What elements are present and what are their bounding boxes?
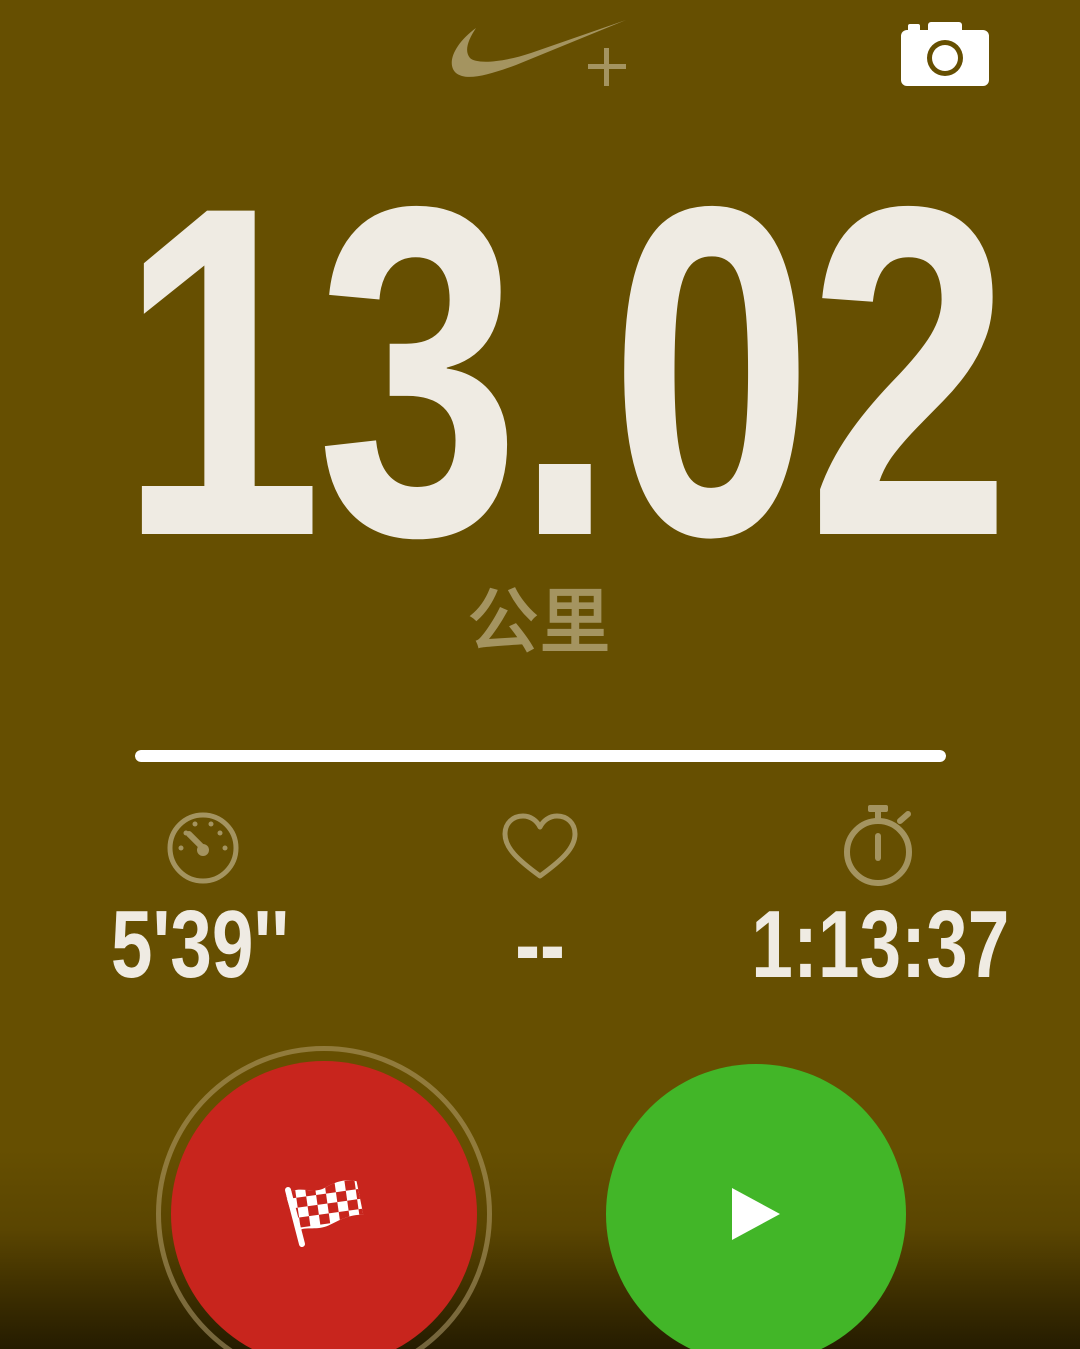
resume-run-button[interactable]: [606, 1064, 906, 1349]
distance-value: 13.02: [118, 109, 1011, 634]
camera-icon: [901, 22, 989, 86]
heart-icon: [500, 812, 580, 889]
run-screen: 13.02 公里 5'39'' -- 1:13:37: [0, 0, 1080, 1349]
play-icon: [732, 1188, 780, 1240]
finish-run-button[interactable]: [171, 1061, 477, 1349]
heart-rate-value: --: [515, 891, 565, 998]
stopwatch-icon: [838, 803, 918, 894]
progress-bar: [135, 750, 946, 762]
checkered-flag-icon: [284, 1178, 365, 1247]
duration-value: 1:13:37: [751, 891, 1010, 998]
progress-fill: [135, 750, 946, 762]
camera-button[interactable]: [898, 18, 992, 88]
distance-unit: 公里: [468, 581, 612, 663]
pace-value: 5'39'': [110, 891, 290, 998]
nike-plus-logo: [446, 18, 636, 88]
speedometer-icon: [165, 810, 241, 891]
